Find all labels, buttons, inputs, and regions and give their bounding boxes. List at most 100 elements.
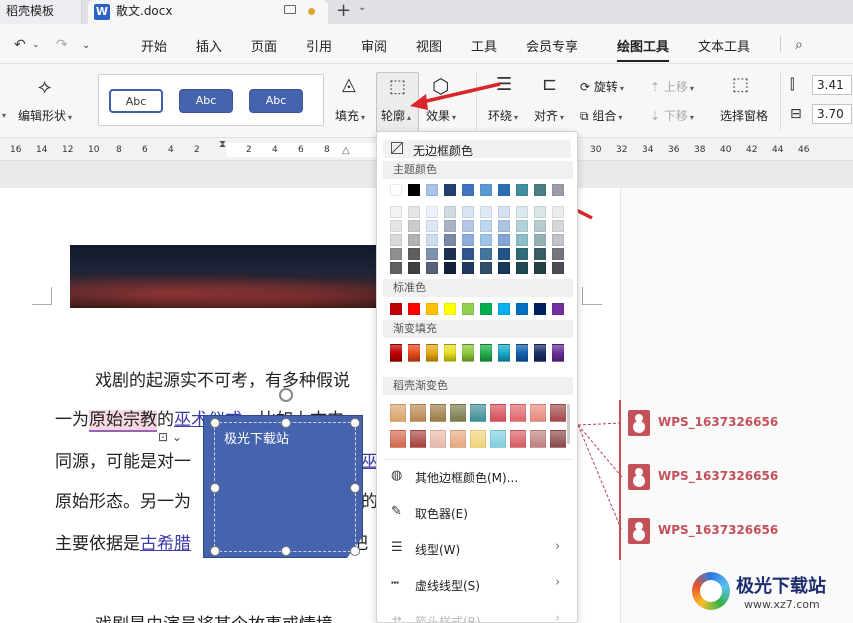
line-type-option[interactable]: 线型(W) bbox=[415, 541, 460, 558]
wrap-text-icon[interactable]: ☰ bbox=[496, 74, 512, 95]
color-swatch[interactable] bbox=[426, 344, 438, 362]
color-swatch[interactable] bbox=[408, 220, 420, 232]
resize-handle[interactable] bbox=[210, 483, 220, 493]
color-swatch[interactable] bbox=[516, 303, 528, 315]
color-swatch[interactable] bbox=[534, 220, 546, 232]
resize-handle[interactable] bbox=[350, 546, 360, 556]
undo-dropdown-icon[interactable]: ⌄ bbox=[32, 40, 40, 50]
color-swatch[interactable] bbox=[534, 344, 546, 362]
arrow-style-option[interactable]: 箭头样式(R) bbox=[415, 613, 481, 622]
color-swatch[interactable] bbox=[552, 303, 564, 315]
no-outline-option[interactable]: 无边框颜色 bbox=[413, 142, 473, 159]
color-swatch[interactable] bbox=[444, 344, 456, 362]
color-swatch[interactable] bbox=[426, 220, 438, 232]
color-swatch[interactable] bbox=[530, 404, 546, 422]
color-swatch[interactable] bbox=[480, 344, 492, 362]
style-fill-sample-2[interactable]: Abc bbox=[249, 89, 303, 113]
color-swatch[interactable] bbox=[430, 404, 446, 422]
color-swatch[interactable] bbox=[516, 220, 528, 232]
color-swatch[interactable] bbox=[426, 234, 438, 246]
color-swatch[interactable] bbox=[516, 184, 528, 196]
color-swatch[interactable] bbox=[410, 404, 426, 422]
menu-home[interactable]: 开始 bbox=[141, 36, 167, 55]
color-swatch[interactable] bbox=[510, 404, 526, 422]
color-swatch[interactable] bbox=[408, 248, 420, 260]
color-swatch[interactable] bbox=[390, 248, 402, 260]
banner-image[interactable] bbox=[70, 245, 390, 308]
outline-label-wrap[interactable]: 轮廓 ▴ bbox=[381, 107, 411, 124]
rotate-handle-icon[interactable] bbox=[279, 388, 293, 402]
color-swatch[interactable] bbox=[516, 248, 528, 260]
search-icon[interactable]: ⌕ bbox=[795, 37, 803, 53]
color-swatch[interactable] bbox=[516, 344, 528, 362]
color-swatch[interactable] bbox=[534, 303, 546, 315]
color-swatch[interactable] bbox=[498, 184, 510, 196]
paragraph-line[interactable]: 戏剧的起源实不可考，有多种假说 bbox=[95, 366, 350, 391]
color-swatch[interactable] bbox=[480, 303, 492, 315]
menu-text-tools[interactable]: 文本工具 bbox=[698, 36, 750, 55]
ruler-right-indent-icon[interactable]: △ bbox=[342, 145, 350, 156]
hyperlink[interactable]: 古希腊 bbox=[140, 534, 191, 554]
gradient-scrollbar[interactable] bbox=[567, 404, 570, 444]
color-swatch[interactable] bbox=[534, 184, 546, 196]
color-swatch[interactable] bbox=[498, 248, 510, 260]
color-swatch[interactable] bbox=[444, 248, 456, 260]
color-swatch[interactable] bbox=[410, 430, 426, 448]
more-outline-colors-option[interactable]: 其他边框颜色(M)... bbox=[415, 469, 518, 486]
color-swatch[interactable] bbox=[390, 206, 402, 218]
color-swatch[interactable] bbox=[430, 430, 446, 448]
move-up-button[interactable]: ⇡ 上移 ▾ bbox=[650, 78, 694, 95]
tab-document[interactable]: W 散文.docx bbox=[88, 0, 328, 24]
color-swatch[interactable] bbox=[480, 262, 492, 274]
color-swatch[interactable] bbox=[530, 430, 546, 448]
color-swatch[interactable] bbox=[552, 344, 564, 362]
color-swatch[interactable] bbox=[552, 262, 564, 274]
color-swatch[interactable] bbox=[498, 206, 510, 218]
group-button[interactable]: ⧉ 组合 ▾ bbox=[580, 107, 622, 124]
color-swatch[interactable] bbox=[450, 430, 466, 448]
color-swatch[interactable] bbox=[552, 248, 564, 260]
color-swatch[interactable] bbox=[480, 234, 492, 246]
align-icon[interactable]: ⊏ bbox=[542, 74, 557, 95]
no-outline-row[interactable] bbox=[383, 140, 571, 158]
menu-member[interactable]: 会员专享 bbox=[526, 36, 578, 55]
selection-pane-icon[interactable]: ⬚ bbox=[732, 74, 749, 95]
eyedropper-option[interactable]: 取色器(E) bbox=[415, 505, 468, 522]
undo-icon[interactable]: ↶ bbox=[14, 37, 26, 53]
resize-handle[interactable] bbox=[210, 418, 220, 428]
color-swatch[interactable] bbox=[390, 220, 402, 232]
quick-access-chevron-icon[interactable]: ⌄ bbox=[82, 40, 90, 51]
color-swatch[interactable] bbox=[462, 220, 474, 232]
color-swatch[interactable] bbox=[408, 234, 420, 246]
color-swatch[interactable] bbox=[480, 220, 492, 232]
align-button[interactable]: 对齐 ▾ bbox=[534, 107, 564, 124]
color-swatch[interactable] bbox=[552, 234, 564, 246]
resize-handle[interactable] bbox=[210, 546, 220, 556]
color-swatch[interactable] bbox=[426, 206, 438, 218]
color-swatch[interactable] bbox=[408, 206, 420, 218]
left-caret-icon[interactable]: ▾ bbox=[0, 107, 6, 121]
color-swatch[interactable] bbox=[390, 184, 402, 196]
color-swatch[interactable] bbox=[480, 184, 492, 196]
edit-shape-button[interactable]: 编辑形状 ▾ bbox=[18, 107, 72, 124]
resize-handle[interactable] bbox=[281, 418, 291, 428]
dash-type-option[interactable]: 虚线线型(S) bbox=[415, 577, 480, 594]
color-swatch[interactable] bbox=[552, 184, 564, 196]
menu-tools[interactable]: 工具 bbox=[471, 36, 497, 55]
shape-text[interactable]: 极光下载站 bbox=[224, 428, 289, 447]
commented-text[interactable]: 原始宗教 bbox=[89, 410, 157, 432]
color-swatch[interactable] bbox=[470, 430, 486, 448]
layout-options-icon[interactable]: ⊡ ⌄ bbox=[158, 430, 182, 444]
color-swatch[interactable] bbox=[510, 430, 526, 448]
color-swatch[interactable] bbox=[516, 206, 528, 218]
menu-review[interactable]: 审阅 bbox=[361, 36, 387, 55]
color-swatch[interactable] bbox=[480, 206, 492, 218]
menu-view[interactable]: 视图 bbox=[416, 36, 442, 55]
color-swatch[interactable] bbox=[408, 303, 420, 315]
resize-handle[interactable] bbox=[350, 418, 360, 428]
menu-page[interactable]: 页面 bbox=[251, 36, 277, 55]
color-swatch[interactable] bbox=[490, 404, 506, 422]
outline-pen-icon[interactable]: ⬚ bbox=[389, 76, 406, 97]
color-swatch[interactable] bbox=[444, 303, 456, 315]
width-input[interactable]: 3.70 bbox=[812, 104, 852, 124]
